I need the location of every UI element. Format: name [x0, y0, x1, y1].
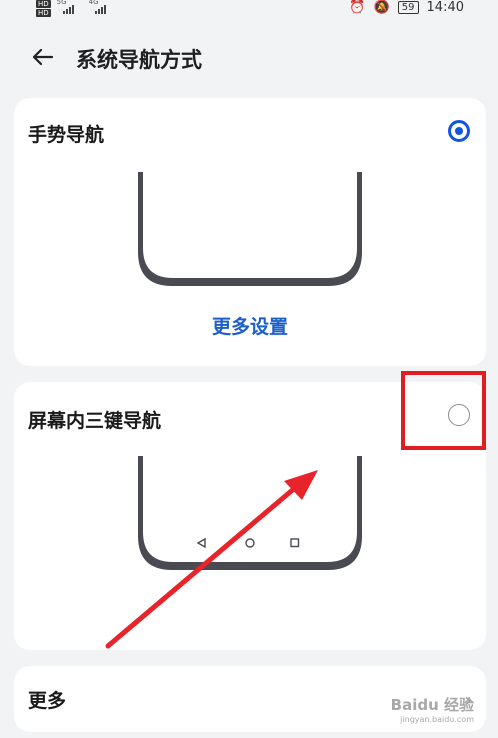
- watermark-url: jingyan.baidu.com: [400, 715, 474, 724]
- watermark: Baidu 经验 jingyan.baidu.com: [391, 694, 474, 724]
- watermark-brand: Baidu 经验: [390, 696, 474, 714]
- annotation-arrow: [105, 470, 318, 649]
